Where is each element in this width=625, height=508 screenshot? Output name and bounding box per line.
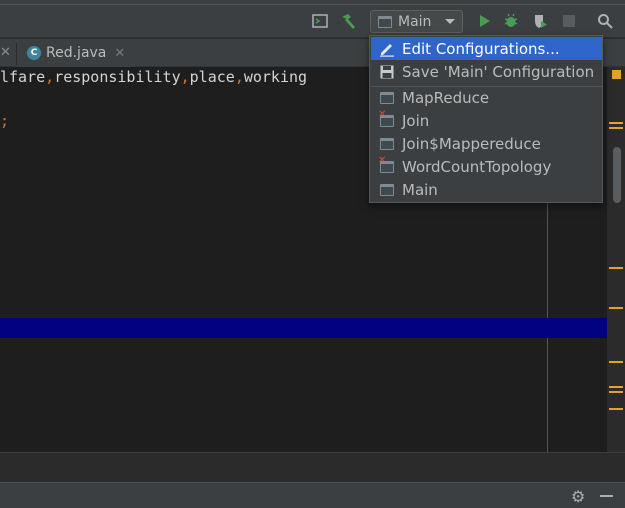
pencil-icon	[379, 41, 395, 57]
close-icon[interactable]: ✕	[0, 45, 11, 60]
menu-item-join[interactable]: ✕ Join	[371, 109, 602, 132]
menu-item-label: Edit Configurations...	[402, 39, 560, 58]
menu-item-label: Main	[402, 180, 438, 199]
warning-marker[interactable]	[609, 361, 623, 363]
error-icon: ✕	[378, 108, 387, 120]
terminal-icon[interactable]	[311, 12, 329, 30]
run-config-label: Main	[398, 13, 432, 30]
menu-item-label: Join	[402, 111, 430, 130]
chevron-down-icon	[445, 19, 455, 24]
warning-marker[interactable]	[609, 127, 623, 129]
application-icon: ✕	[378, 155, 395, 175]
menu-item-label: Save 'Main' Configuration	[402, 62, 595, 81]
main-toolbar: Main	[0, 0, 625, 38]
tab-label: Red.java	[46, 45, 107, 61]
gear-icon[interactable]: ⚙	[571, 487, 585, 506]
application-icon	[379, 136, 395, 152]
code-line-2: ;	[0, 112, 10, 130]
status-bar: ⚙	[0, 482, 625, 508]
menu-item-edit-configurations[interactable]: Edit Configurations...	[371, 37, 602, 60]
coverage-icon[interactable]	[531, 12, 549, 30]
debug-icon[interactable]	[502, 12, 520, 30]
run-configuration-selector[interactable]: Main	[370, 10, 463, 33]
warning-marker[interactable]	[609, 122, 623, 124]
code-line-1: lfare,responsibility,place,working	[0, 68, 308, 86]
warning-marker[interactable]	[609, 391, 623, 393]
stop-icon[interactable]	[560, 12, 578, 30]
warning-status-icon[interactable]	[612, 70, 621, 79]
menu-item-join-mappereduce[interactable]: Join$Mappereduce	[371, 132, 602, 155]
java-class-icon: C	[27, 46, 41, 60]
warning-marker[interactable]	[609, 307, 623, 309]
minimize-icon[interactable]	[600, 495, 613, 497]
close-icon[interactable]: ✕	[114, 46, 125, 61]
menu-item-main[interactable]: Main	[371, 178, 602, 201]
error-stripe[interactable]	[607, 67, 625, 452]
menu-item-label: MapReduce	[402, 88, 490, 107]
menu-item-mapreduce[interactable]: MapReduce	[371, 86, 602, 109]
horizontal-scroll-area[interactable]	[0, 452, 625, 482]
build-hammer-icon[interactable]	[339, 12, 357, 30]
application-icon	[379, 182, 395, 198]
search-icon[interactable]	[596, 12, 614, 30]
warning-marker[interactable]	[609, 267, 623, 269]
toolbar-top-border	[0, 0, 625, 5]
application-icon	[379, 90, 395, 106]
menu-item-save-configuration[interactable]: Save 'Main' Configuration	[371, 60, 602, 83]
menu-item-label: Join$Mappereduce	[402, 134, 541, 153]
application-icon: ✕	[378, 109, 395, 129]
selected-line-highlight	[0, 318, 607, 338]
tab-red-java[interactable]: C Red.java ✕	[17, 39, 135, 67]
run-icon[interactable]	[475, 12, 493, 30]
run-configuration-dropdown: Edit Configurations... Save 'Main' Confi…	[369, 35, 603, 203]
save-icon	[379, 64, 395, 80]
application-icon	[378, 15, 392, 28]
menu-item-label: WordCountTopology	[402, 157, 552, 176]
error-icon: ✕	[378, 154, 387, 166]
warning-marker[interactable]	[609, 386, 623, 388]
vertical-scrollbar-thumb[interactable]	[613, 147, 621, 203]
warning-marker[interactable]	[609, 408, 623, 410]
menu-item-wordcounttopology[interactable]: ✕ WordCountTopology	[371, 155, 602, 178]
